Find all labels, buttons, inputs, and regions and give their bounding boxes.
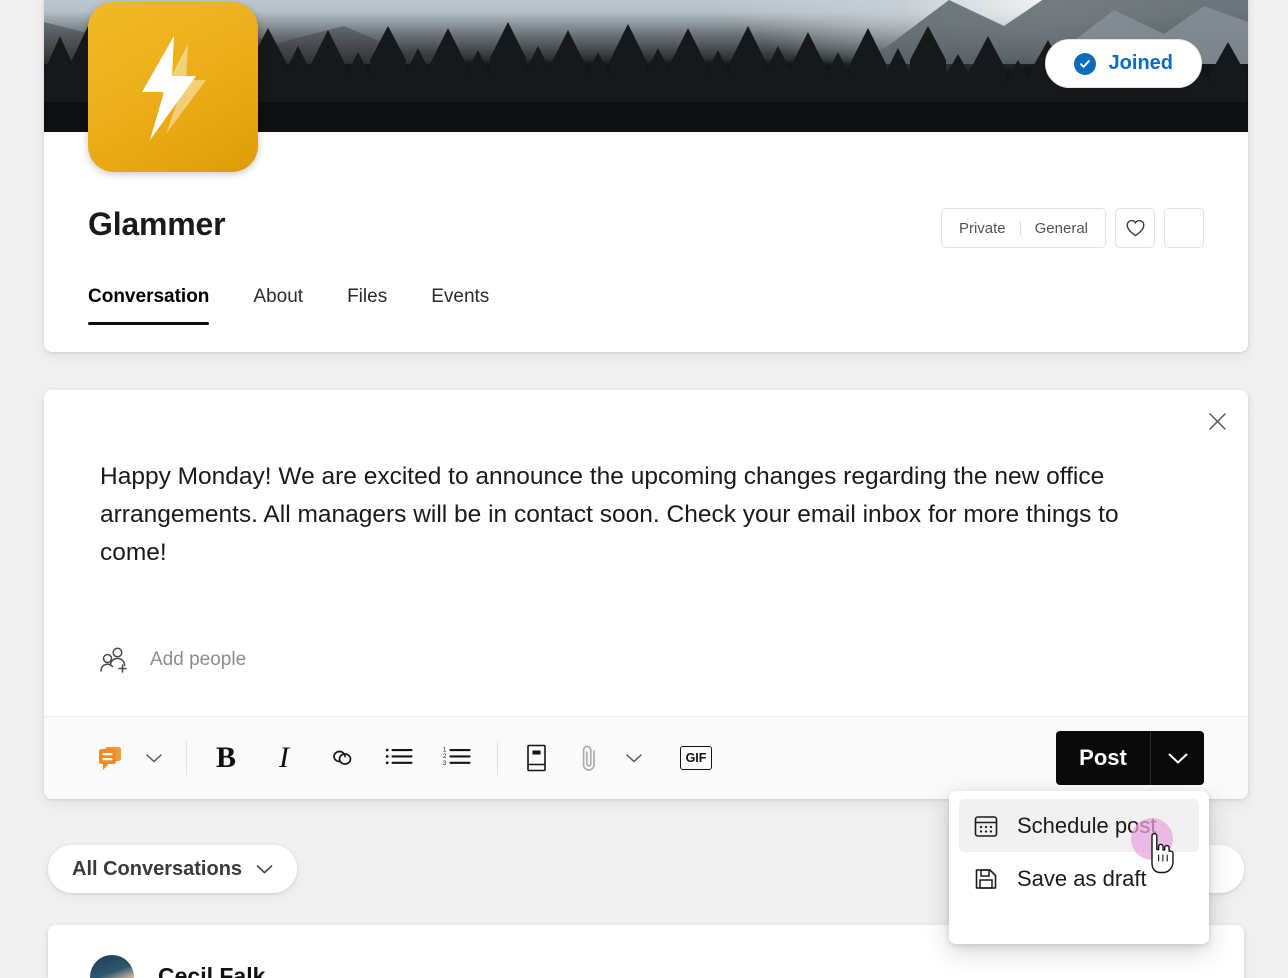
joined-button[interactable]: Joined (1044, 39, 1202, 88)
post-author-name: Cecil Falk (158, 963, 266, 978)
calendar-icon (974, 815, 998, 837)
menu-item-schedule-post[interactable]: Schedule post (959, 799, 1199, 852)
bolt-glyph (142, 36, 206, 140)
chevron-down-icon (1168, 753, 1187, 763)
composer-message: Happy Monday! We are excited to announce… (100, 463, 1119, 566)
post-composer-card: Happy Monday! We are excited to announce… (44, 390, 1248, 799)
page-title: Glammer (88, 206, 226, 242)
bulleted-list-glyph (385, 748, 413, 765)
praise-glyph (527, 744, 546, 772)
filter-label: All Conversations (72, 857, 243, 880)
italic-glyph: I (279, 741, 289, 774)
joined-label: Joined (1108, 52, 1173, 74)
svg-text:3: 3 (443, 761, 447, 767)
chevron-down-glyph-2 (626, 753, 642, 762)
toolbar-divider (186, 741, 187, 775)
check-circle-icon (1073, 52, 1096, 75)
save-disk-icon (975, 868, 997, 889)
paperclip-glyph (582, 745, 595, 771)
composer-toolbar: B I 1 2 3 GIF Post (44, 716, 1248, 799)
group-header-card: Joined Glammer Private General Conversat… (44, 0, 1248, 352)
italic-icon[interactable]: I (255, 736, 313, 780)
menu-item-label: Schedule post (1017, 812, 1157, 838)
tab-events[interactable]: Events (409, 286, 511, 325)
favorite-button[interactable] (1115, 208, 1155, 248)
link-glyph (333, 750, 352, 765)
tab-about[interactable]: About (231, 286, 325, 325)
privacy-label[interactable]: Private (945, 220, 1020, 237)
app-page: Joined Glammer Private General Conversat… (0, 0, 1288, 978)
conversation-filter-dropdown[interactable]: All Conversations (48, 845, 298, 893)
privacy-badge[interactable]: Private General (940, 208, 1106, 248)
avatar (90, 955, 134, 978)
attach-chevron-icon[interactable] (612, 736, 656, 780)
composer-text-area[interactable]: Happy Monday! We are excited to announce… (100, 458, 1192, 572)
message-type-icon[interactable] (88, 736, 132, 780)
post-options-menu: Schedule post Save as draft (949, 791, 1209, 944)
header-actions: Private General (940, 208, 1204, 248)
announcement-glyph (99, 747, 121, 770)
attach-icon[interactable] (566, 736, 612, 780)
heart-icon (1125, 219, 1145, 237)
menu-item-label: Save as draft (1017, 865, 1147, 891)
post-button-group: Post (1056, 731, 1204, 785)
chevron-down-glyph (146, 753, 162, 762)
menu-item-save-as-draft[interactable]: Save as draft (959, 852, 1199, 905)
toolbar-divider-2 (497, 741, 498, 775)
bold-glyph: B (215, 741, 236, 774)
gif-glyph: GIF (680, 746, 712, 770)
lightning-bolt-icon (88, 2, 258, 172)
person-add-icon (100, 647, 127, 673)
post-options-button[interactable] (1150, 731, 1204, 785)
message-type-chevron-icon[interactable] (132, 736, 176, 780)
chevron-down-icon (256, 864, 273, 873)
bulleted-list-icon[interactable] (371, 736, 429, 780)
svg-text:1: 1 (443, 748, 447, 754)
post-button[interactable]: Post (1056, 731, 1150, 785)
link-icon[interactable] (313, 736, 371, 780)
group-tabs: Conversation About Files Events (88, 286, 511, 325)
praise-icon[interactable] (508, 736, 566, 780)
gif-icon[interactable]: GIF (670, 736, 722, 780)
numbered-list-glyph: 1 2 3 (443, 748, 471, 767)
close-glyph (1208, 412, 1226, 430)
bold-icon[interactable]: B (197, 736, 255, 780)
close-icon[interactable] (1200, 404, 1234, 438)
add-people-field[interactable]: Add people (100, 646, 246, 674)
svg-text:2: 2 (443, 754, 447, 760)
numbered-list-icon[interactable]: 1 2 3 (429, 736, 487, 780)
tab-files[interactable]: Files (325, 286, 409, 325)
add-people-placeholder: Add people (150, 649, 247, 670)
tab-conversation[interactable]: Conversation (88, 286, 231, 325)
more-options-button[interactable] (1164, 208, 1204, 248)
scope-label[interactable]: General (1021, 220, 1102, 237)
